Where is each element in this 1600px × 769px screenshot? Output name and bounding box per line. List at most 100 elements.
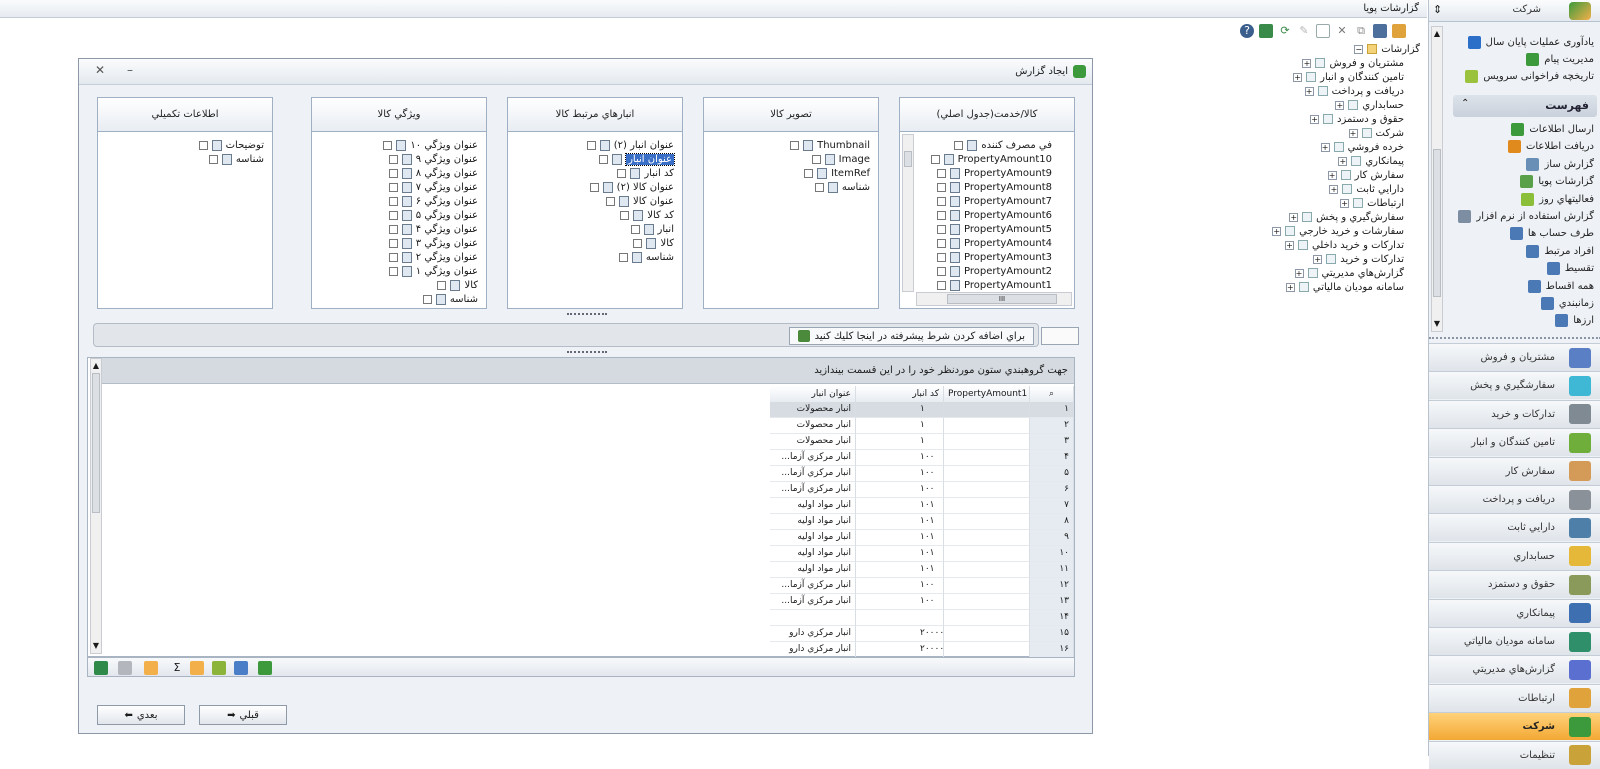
expand-icon[interactable]: + [1304,86,1314,96]
field-checkbox[interactable] [599,154,609,164]
field-item[interactable]: عنوان ويژگي ٣ [388,236,478,250]
tree-item[interactable]: + شركت [1348,126,1404,140]
tree-item[interactable]: + سامانه موديان مالياتي [1285,280,1404,294]
field-item[interactable]: Thumbnail [790,138,870,152]
field-item[interactable]: كالا [437,278,478,292]
expand-icon[interactable]: + [1340,198,1350,208]
field-item[interactable]: عنوان انبار [599,152,675,166]
field-checkbox[interactable] [620,210,630,220]
sidebar-top-item[interactable]: تاريخچه فراخوانی سرويس [1465,68,1594,85]
module-button[interactable]: دارايي ثابت [1429,513,1600,542]
field-item[interactable]: انبار [630,222,674,236]
expand-icon[interactable]: + [1272,226,1282,236]
field-checkbox[interactable] [814,182,824,192]
sidebar-list-item[interactable]: گزارش ساز [1526,156,1594,173]
expand-icon[interactable]: + [1348,128,1358,138]
field-checkbox[interactable] [437,280,447,290]
field-item[interactable]: عنوان ويژگي ١ [388,264,478,278]
field-item[interactable]: PropertyAmount10 [930,152,1052,166]
field-checkbox[interactable] [930,154,940,164]
field-item[interactable]: PropertyAmount7 [937,194,1052,208]
expand-icon[interactable]: + [1320,142,1330,152]
new-report-icon[interactable] [1316,24,1330,38]
table-row[interactable]: انبار محصولات ١ ٢ [770,418,1074,434]
tree-item[interactable]: + تامين كنندگان و انبار [1293,70,1404,84]
filter-icon[interactable] [212,661,226,675]
close-icon[interactable]: ✕ [95,63,105,77]
field-checkbox[interactable] [954,140,964,150]
module-button[interactable]: شركت [1429,712,1600,741]
field-checkbox[interactable] [198,140,208,150]
tree-root[interactable]: − گزارشات [1354,42,1420,56]
save-icon[interactable] [1259,24,1273,38]
module-button[interactable]: ارتباطات [1429,683,1600,712]
tree-item[interactable]: + پيمانكاري [1338,154,1404,168]
field-checkbox[interactable] [383,140,393,150]
fit-columns-icon[interactable] [144,661,158,675]
sidebar-list-item[interactable]: ارسال اطلاعات [1511,121,1594,138]
design-icon[interactable] [1373,24,1387,38]
table-row[interactable]: ١۴ [770,610,1074,626]
scroll-down-icon[interactable]: ▼ [91,641,101,650]
sidebar-top-item[interactable]: يادآوری عمليات پايان سال [1467,34,1594,51]
module-button[interactable]: گزارش‌هاي مديريتي [1429,655,1600,684]
field-checkbox[interactable] [937,196,947,206]
tree-item[interactable]: + سفارش‌گيري و پخش [1289,210,1404,224]
tree-item[interactable]: + گزارش‌هاي مديريتي [1294,266,1404,280]
tree-item[interactable]: + دارايي ثابت [1329,182,1404,196]
scroll-up-icon[interactable]: ▲ [91,361,101,370]
field-checkbox[interactable] [617,168,627,178]
field-checkbox[interactable] [388,224,398,234]
expand-icon[interactable]: + [1285,282,1295,292]
sidebar-list-item[interactable]: فعاليتهاي روز [1521,191,1594,208]
delete-icon[interactable]: ✕ [1335,24,1349,38]
module-button[interactable]: تنظيمات [1429,740,1600,769]
tree-item[interactable]: + سفارشات و خريد خارجي [1272,224,1404,238]
sidebar-scroll-thumb[interactable] [1433,149,1441,297]
expand-icon[interactable]: + [1294,268,1304,278]
collapse-icon[interactable]: − [1354,44,1364,54]
field-checkbox[interactable] [422,294,432,304]
field-item[interactable]: عنوان كالا [606,194,674,208]
tree-item[interactable]: + خرده فروشي [1320,140,1404,154]
field-checkbox[interactable] [937,252,947,262]
sidebar-scrollbar[interactable]: ▲ ▼ [1431,26,1443,332]
condition-field[interactable] [1041,327,1079,345]
field-item[interactable]: Image [811,152,870,166]
expand-icon[interactable]: + [1335,100,1345,110]
sidebar-splitter[interactable] [1429,337,1600,341]
tree-item[interactable]: + ارتباطات [1340,196,1404,210]
splitter-handle[interactable] [567,313,607,319]
field-item[interactable]: عنوان ويژگي ٨ [388,166,478,180]
field-checkbox[interactable] [586,140,596,150]
clear-filter-icon[interactable] [234,661,248,675]
field-checkbox[interactable] [208,154,218,164]
field-item[interactable]: PropertyAmount2 [937,264,1052,278]
field-checkbox[interactable] [388,168,398,178]
edit-icon[interactable]: ✎ [1297,24,1311,38]
field-panel-scroll-thumb[interactable] [904,151,912,167]
table-row[interactable]: انبار مركزي دارو ٢٠٠٠٠ ١۶ [770,642,1074,658]
field-item[interactable]: شناسه [618,250,674,264]
field-checkbox[interactable] [606,196,616,206]
field-checkbox[interactable] [790,140,800,150]
collapse-icon[interactable]: ⌃ [1461,98,1469,109]
expand-icon[interactable]: + [1327,170,1337,180]
previous-button[interactable]: ➡ قبلي [199,705,287,725]
field-checkbox[interactable] [937,168,947,178]
field-item[interactable]: PropertyAmount1 [937,278,1052,292]
field-item[interactable]: PropertyAmount3 [937,250,1052,264]
field-checkbox[interactable] [388,238,398,248]
tree-item[interactable]: + تداركات و خريد [1313,252,1404,266]
tree-item[interactable]: + دريافت و پرداخت [1304,84,1404,98]
table-row[interactable]: انبار مركزي آزما... ١٠٠ ١٣ [770,594,1074,610]
field-checkbox[interactable] [937,266,947,276]
field-item[interactable]: كالا [633,236,674,250]
field-checkbox[interactable] [811,154,821,164]
module-button[interactable]: حسابداري [1429,541,1600,570]
field-item[interactable]: PropertyAmount8 [937,180,1052,194]
field-checkbox[interactable] [388,154,398,164]
module-button[interactable]: پيمانكاري [1429,598,1600,627]
export-icon[interactable] [1392,24,1406,38]
tree-item[interactable]: + سفارش كار [1327,168,1404,182]
